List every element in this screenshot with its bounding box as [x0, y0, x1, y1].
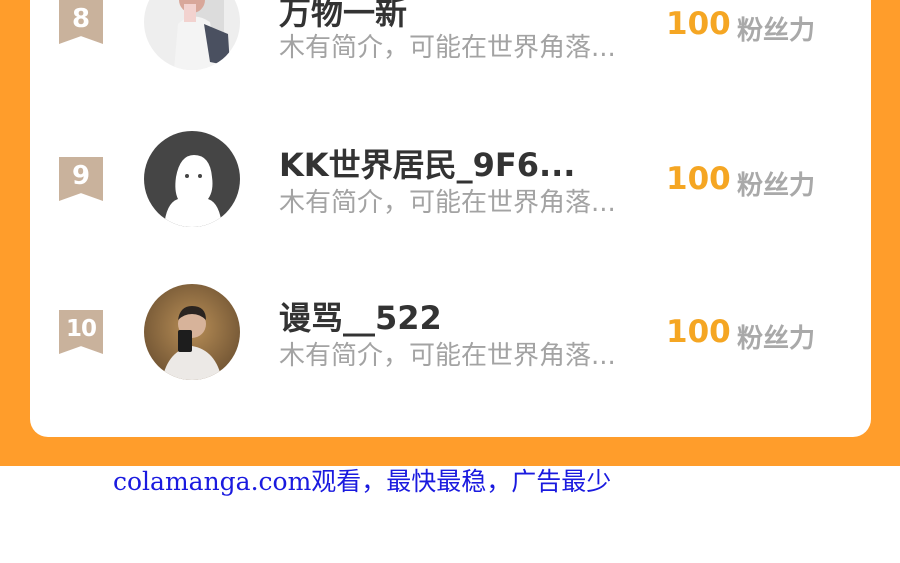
user-bio: 木有简介，可能在世界角落...	[279, 341, 616, 371]
leaderboard-row[interactable]: 8 万物一新 木有简介，可能在世界角落... 100 粉丝力	[30, 0, 871, 73]
rank-number: 9	[71, 161, 91, 191]
watermark-text: colamanga.com观看，最快最稳，广告最少	[113, 467, 612, 496]
user-photo-avatar-icon	[144, 284, 240, 380]
default-user-avatar-icon	[144, 131, 240, 227]
user-photo-avatar-icon	[144, 0, 240, 70]
rank-badge: 9	[59, 157, 103, 201]
fan-power-label: 粉丝力	[737, 16, 816, 46]
fan-power-score: 100	[666, 161, 731, 197]
rank-badge: 8	[59, 0, 103, 44]
fan-power-label: 粉丝力	[737, 324, 816, 354]
user-bio: 木有简介，可能在世界角落...	[279, 33, 616, 63]
avatar[interactable]	[144, 0, 240, 70]
fan-power-score: 100	[666, 6, 731, 42]
leaderboard-row[interactable]: 9 KK世界居民_9F6... 木有简介，可能在世界角落... 100 粉丝力	[30, 130, 871, 230]
user-name[interactable]: KK世界居民_9F6...	[279, 140, 575, 186]
avatar[interactable]	[144, 284, 240, 380]
user-name[interactable]: 谩骂__522	[279, 293, 442, 339]
fan-power-score: 100	[666, 314, 731, 350]
avatar[interactable]	[144, 131, 240, 227]
rank-number: 8	[71, 4, 91, 34]
rank-badge: 10	[59, 310, 103, 354]
leaderboard-card: 8 万物一新 木有简介，可能在世界角落... 100 粉丝力 9 KK世界居民_…	[30, 0, 871, 437]
leaderboard-row[interactable]: 10 谩骂__522 木有简介，可能在世界角落... 100 粉丝力	[30, 283, 871, 383]
fan-power-label: 粉丝力	[737, 171, 816, 201]
rank-number: 10	[65, 316, 97, 342]
user-bio: 木有简介，可能在世界角落...	[279, 188, 616, 218]
